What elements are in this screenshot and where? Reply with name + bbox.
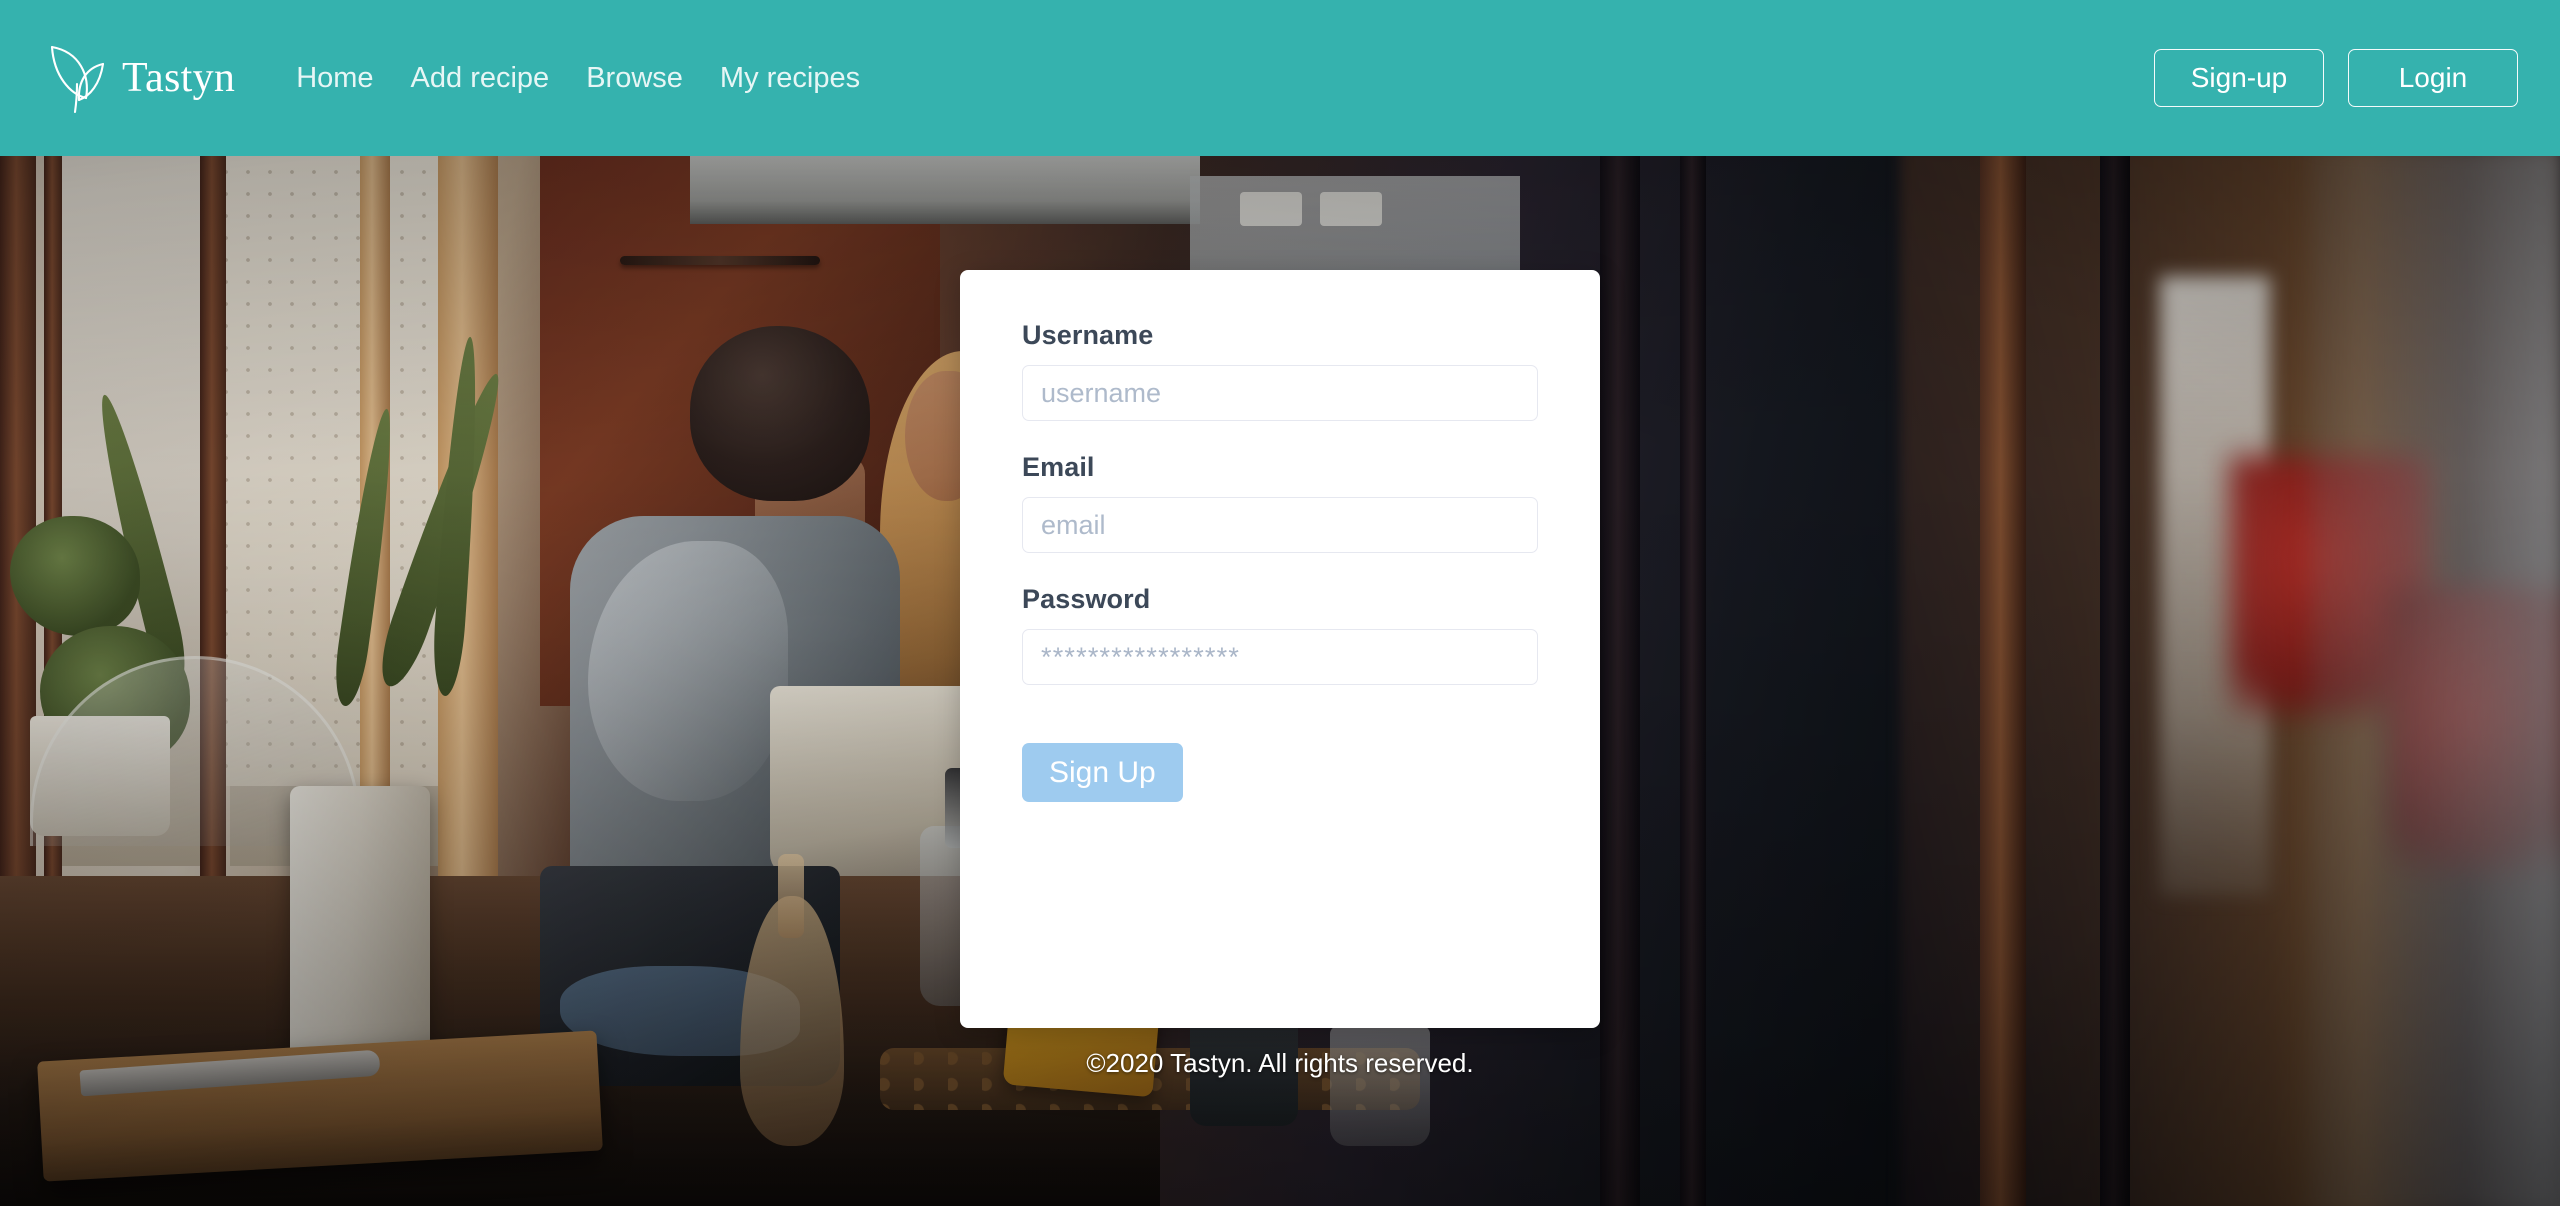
password-input[interactable] bbox=[1022, 629, 1538, 685]
page-root: Tastyn Home Add recipe Browse My recipes… bbox=[0, 0, 2560, 1206]
sign-up-submit-button[interactable]: Sign Up bbox=[1022, 743, 1183, 802]
username-input[interactable] bbox=[1022, 365, 1538, 421]
nav-link-add-recipe[interactable]: Add recipe bbox=[411, 63, 550, 93]
nav-link-browse[interactable]: Browse bbox=[586, 63, 683, 93]
brand-logo[interactable]: Tastyn bbox=[46, 42, 235, 114]
username-field-group: Username bbox=[1022, 320, 1538, 421]
leaf-sprout-icon bbox=[50, 45, 105, 114]
username-label: Username bbox=[1022, 320, 1154, 350]
nav-link-my-recipes[interactable]: My recipes bbox=[720, 63, 860, 93]
nav-links: Home Add recipe Browse My recipes bbox=[296, 63, 860, 93]
signup-card: Username Email Password Sign Up bbox=[960, 270, 1600, 1028]
email-label: Email bbox=[1022, 452, 1095, 482]
email-field-group: Email bbox=[1022, 452, 1538, 553]
top-navbar: Tastyn Home Add recipe Browse My recipes… bbox=[0, 0, 2560, 156]
signup-nav-button[interactable]: Sign-up bbox=[2154, 49, 2324, 107]
nav-actions: Sign-up Login bbox=[2154, 49, 2518, 107]
footer-copyright: ©2020 Tastyn. All rights reserved. bbox=[1086, 1048, 1474, 1078]
email-input[interactable] bbox=[1022, 497, 1538, 553]
nav-link-home[interactable]: Home bbox=[296, 63, 373, 93]
password-field-group: Password bbox=[1022, 584, 1538, 685]
login-nav-button[interactable]: Login bbox=[2348, 49, 2518, 107]
password-label: Password bbox=[1022, 584, 1151, 614]
brand-name: Tastyn bbox=[122, 55, 236, 101]
